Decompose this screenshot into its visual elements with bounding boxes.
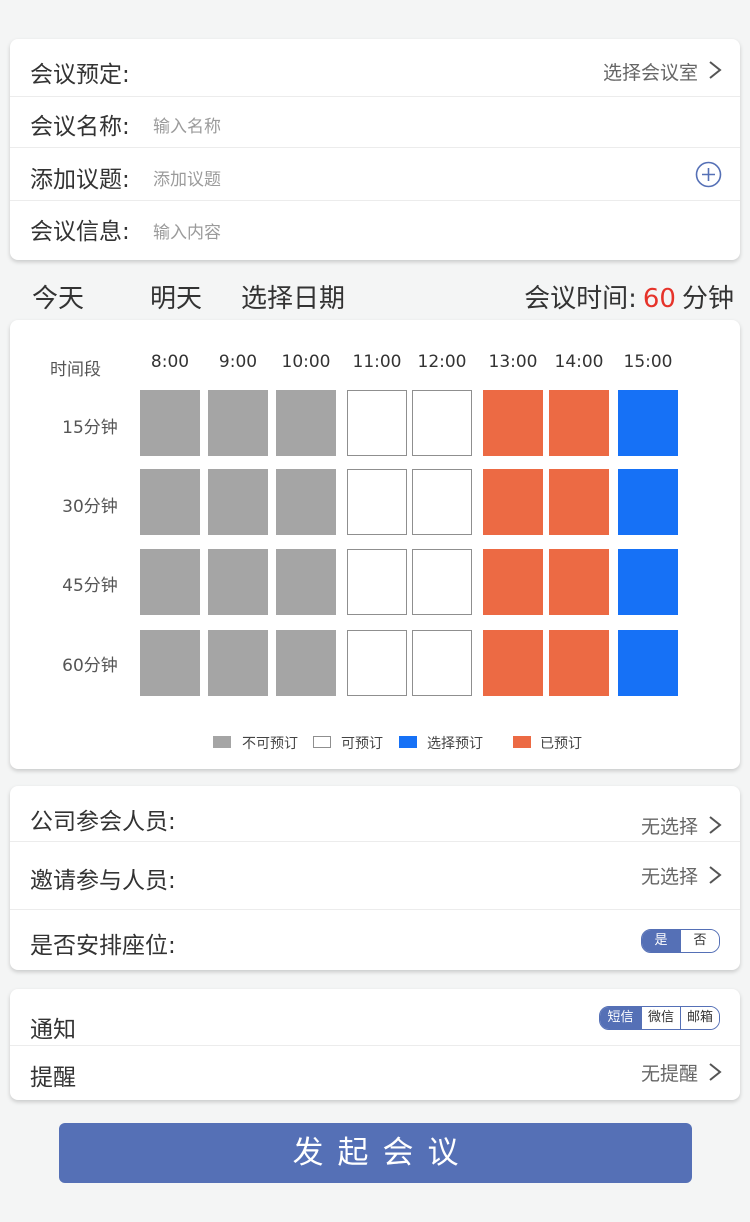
topic-input[interactable]: 添加议题 (153, 165, 221, 190)
seating-no-option[interactable]: 否 (680, 930, 719, 952)
booking-row[interactable]: 会议预定: 选择会议室 (10, 39, 740, 97)
slot-cell-available[interactable] (347, 469, 407, 535)
tab-today[interactable]: 今天 (32, 278, 84, 315)
add-topic-icon[interactable] (695, 161, 722, 188)
slot-cell-booked (483, 630, 543, 696)
notify-wechat-option[interactable]: 微信 (641, 1007, 680, 1029)
chevron-right-icon[interactable] (708, 1061, 722, 1083)
seating-label: 是否安排座位: (30, 933, 176, 959)
notify-email-option[interactable]: 邮箱 (680, 1007, 719, 1029)
slot-cell-selected[interactable] (618, 469, 678, 535)
timeslot-card (10, 320, 740, 769)
booking-label: 会议预定: (30, 62, 130, 88)
slot-cell-unavailable (140, 469, 200, 535)
slot-cell-unavailable (140, 390, 200, 456)
room-select-text[interactable]: 选择会议室 (603, 58, 698, 85)
remind-value[interactable]: 无提醒 (641, 1059, 698, 1086)
slot-cell-unavailable (276, 390, 336, 456)
notify-channel-toggle[interactable]: 短信 微信 邮箱 (599, 1006, 720, 1030)
slot-cell-unavailable (208, 549, 268, 615)
notify-label: 通知 (30, 1017, 76, 1043)
notify-card: 通知 短信 微信 邮箱 提醒 无提醒 (10, 989, 740, 1100)
date-bar: 今天 明天 选择日期 会议时间: 60 分钟 (0, 276, 750, 316)
notify-sms-option[interactable]: 短信 (600, 1007, 641, 1029)
remind-row[interactable]: 提醒 无提醒 (10, 1046, 740, 1100)
slot-cell-unavailable (276, 630, 336, 696)
info-input[interactable]: 输入内容 (153, 218, 221, 243)
tab-tomorrow[interactable]: 明天 (150, 278, 202, 315)
slot-cell-unavailable (208, 630, 268, 696)
name-label: 会议名称: (30, 114, 130, 140)
slot-cell-booked (549, 390, 609, 456)
slot-cell-available[interactable] (347, 390, 407, 456)
slot-cell-booked (483, 469, 543, 535)
start-meeting-button[interactable]: 发起会议 (59, 1123, 692, 1183)
company-row[interactable]: 公司参会人员: 无选择 (10, 786, 740, 842)
company-label: 公司参会人员: (30, 809, 176, 835)
meeting-time-unit: 分钟 (681, 284, 734, 314)
invite-label: 邀请参与人员: (30, 868, 176, 894)
company-value[interactable]: 无选择 (641, 812, 698, 839)
slot-cell-unavailable (140, 630, 200, 696)
seating-row: 是否安排座位: 是 否 (10, 910, 740, 970)
meeting-form-card: 会议预定: 选择会议室 会议名称: 输入名称 添加议题: 添加议题 会议信息: … (10, 39, 740, 260)
notify-row: 通知 短信 微信 邮箱 (10, 989, 740, 1046)
invite-value[interactable]: 无选择 (641, 862, 698, 889)
remind-label: 提醒 (30, 1065, 76, 1091)
slot-cell-available[interactable] (412, 630, 472, 696)
slot-cell-selected[interactable] (618, 630, 678, 696)
chevron-right-icon[interactable] (708, 59, 722, 81)
participants-card: 公司参会人员: 无选择 邀请参与人员: 无选择 是否安排座位: 是 否 (10, 786, 740, 970)
invite-row[interactable]: 邀请参与人员: 无选择 (10, 842, 740, 910)
slot-cell-unavailable (208, 390, 268, 456)
slot-cell-booked (549, 469, 609, 535)
slot-cell-selected[interactable] (618, 390, 678, 456)
meeting-time: 会议时间: 60 分钟 (524, 278, 734, 315)
seating-yes-option[interactable]: 是 (642, 930, 680, 952)
slot-cell-unavailable (276, 469, 336, 535)
slot-cell-available[interactable] (412, 390, 472, 456)
meeting-time-value: 60 (642, 284, 676, 314)
slot-cell-available[interactable] (412, 549, 472, 615)
chevron-right-icon[interactable] (708, 814, 722, 836)
tab-choose-date[interactable]: 选择日期 (241, 278, 345, 315)
topic-row: 添加议题: 添加议题 (10, 148, 740, 201)
slot-cell-unavailable (276, 549, 336, 615)
chevron-right-icon[interactable] (708, 864, 722, 886)
seating-toggle[interactable]: 是 否 (641, 929, 720, 953)
slot-cell-available[interactable] (347, 630, 407, 696)
meeting-time-label: 会议时间: (524, 284, 637, 314)
info-row: 会议信息: 输入内容 (10, 200, 740, 260)
slot-cell-booked (549, 630, 609, 696)
slot-cell-selected[interactable] (618, 549, 678, 615)
slot-cell-unavailable (208, 469, 268, 535)
info-label: 会议信息: (30, 219, 130, 245)
slot-cell-unavailable (140, 549, 200, 615)
name-row: 会议名称: 输入名称 (10, 96, 740, 148)
slot-cell-booked (483, 390, 543, 456)
slot-cell-booked (549, 549, 609, 615)
slot-cell-available[interactable] (347, 549, 407, 615)
slot-cell-booked (483, 549, 543, 615)
slot-cell-available[interactable] (412, 469, 472, 535)
name-input[interactable]: 输入名称 (153, 112, 221, 137)
topic-label: 添加议题: (30, 167, 130, 193)
